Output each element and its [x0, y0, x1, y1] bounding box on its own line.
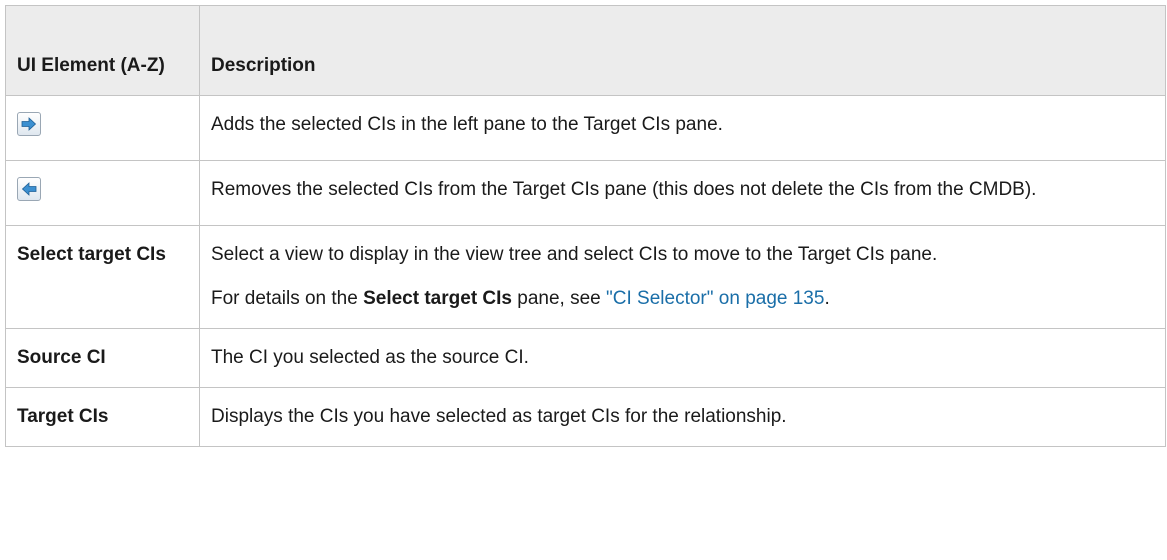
details-prefix: For details on the	[211, 288, 364, 309]
remove-left-arrow-icon	[17, 177, 41, 201]
ci-selector-link[interactable]: "CI Selector" on page 135	[606, 288, 824, 309]
column-header-ui-element: UI Element (A-Z)	[5, 5, 200, 96]
description-cell: Select a view to display in the view tre…	[199, 225, 1166, 329]
table-row: Adds the selected CIs in the left pane t…	[5, 95, 1166, 161]
details-suffix: .	[824, 288, 830, 309]
ui-elements-table: UI Element (A-Z) Description Adds the se…	[5, 5, 1166, 447]
description-cell: The CI you selected as the source CI.	[199, 328, 1166, 388]
add-right-arrow-icon	[17, 112, 41, 136]
description-cell: Adds the selected CIs in the left pane t…	[199, 95, 1166, 161]
ui-element-name: Source CI	[5, 328, 200, 388]
ui-element-name: Select target CIs	[5, 225, 200, 329]
ui-element-name: Target CIs	[5, 387, 200, 447]
details-middle: pane, see	[512, 288, 607, 309]
description-cell: Removes the selected CIs from the Target…	[199, 160, 1166, 226]
table-row: Source CI The CI you selected as the sou…	[5, 328, 1166, 388]
table-row: Removes the selected CIs from the Target…	[5, 160, 1166, 226]
details-strong: Select target CIs	[363, 288, 512, 309]
table-header-row: UI Element (A-Z) Description	[5, 5, 1166, 96]
column-header-description: Description	[199, 5, 1166, 96]
table-row: Target CIs Displays the CIs you have sel…	[5, 387, 1166, 447]
description-cell: Displays the CIs you have selected as ta…	[199, 387, 1166, 447]
description-text: Select a view to display in the view tre…	[211, 244, 938, 265]
table-row: Select target CIs Select a view to displ…	[5, 225, 1166, 329]
ui-element-cell	[5, 160, 200, 226]
details-text: For details on the Select target CIs pan…	[211, 284, 1154, 314]
ui-element-cell	[5, 95, 200, 161]
